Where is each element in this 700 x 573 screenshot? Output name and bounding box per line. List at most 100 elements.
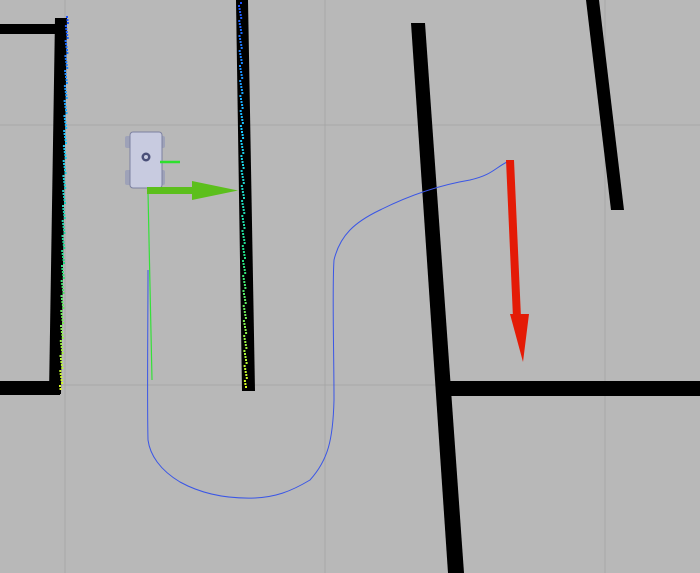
laser-scan-point — [61, 283, 64, 285]
laser-scan-point — [64, 58, 67, 60]
laser-scan-point — [62, 226, 65, 228]
laser-scan-point — [242, 263, 245, 265]
laser-scan-point — [61, 367, 64, 369]
laser-scan-point — [60, 376, 63, 378]
laser-scan-point — [59, 388, 62, 390]
laser-scan-point — [65, 76, 67, 78]
laser-scan-point — [65, 127, 68, 129]
laser-scan-point — [239, 53, 242, 55]
laser-scan-point — [245, 332, 248, 334]
laser-scan-point — [64, 154, 67, 156]
background — [0, 0, 700, 573]
laser-scan-point — [242, 206, 245, 208]
laser-scan-point — [61, 382, 64, 384]
laser-scan-point — [241, 218, 244, 220]
laser-scan-point — [63, 100, 66, 102]
laser-scan-point — [60, 331, 63, 333]
laser-scan-point — [61, 253, 64, 255]
laser-scan-point — [65, 46, 68, 48]
laser-scan-point — [241, 245, 244, 247]
laser-scan-point — [59, 373, 62, 375]
laser-scan-point — [62, 145, 65, 147]
laser-scan-point — [239, 95, 242, 97]
laser-scan-point — [65, 94, 68, 96]
laser-scan-point — [242, 194, 245, 196]
laser-scan-point — [62, 223, 65, 225]
laser-scan-point — [239, 14, 242, 16]
laser-scan-point — [245, 386, 247, 388]
laser-scan-point — [241, 176, 244, 178]
laser-scan-point — [242, 179, 245, 181]
laser-scan-point — [240, 2, 242, 4]
laser-scan-point — [62, 178, 65, 180]
laser-scan-point — [62, 193, 65, 195]
laser-scan-point — [61, 337, 64, 339]
laser-scan-point — [241, 161, 244, 163]
laser-scan-point — [241, 107, 244, 109]
laser-scan-point — [243, 335, 246, 337]
laser-scan-point — [244, 344, 247, 346]
laser-scan-point — [65, 64, 68, 66]
laser-scan-point — [242, 305, 245, 307]
laser-scan-point — [62, 160, 65, 162]
laser-scan-point — [60, 280, 63, 282]
laser-scan-point — [240, 32, 243, 34]
laser-scan-point — [240, 143, 243, 145]
laser-scan-point — [244, 371, 247, 373]
laser-scan-point — [244, 341, 247, 343]
laser-scan-point — [242, 260, 244, 262]
laser-scan-point — [239, 125, 242, 127]
laser-scan-point — [59, 340, 62, 342]
laser-scan-point — [64, 106, 67, 108]
laser-scan-point — [61, 319, 64, 321]
laser-scan-point — [63, 85, 66, 87]
laser-scan-point — [60, 343, 63, 345]
laser-scan-point — [239, 80, 242, 82]
map-wall — [0, 381, 60, 395]
map-scene[interactable] — [0, 0, 700, 573]
laser-scan-point — [64, 55, 67, 57]
laser-scan-point — [64, 91, 67, 93]
laser-scan-point — [242, 164, 244, 166]
laser-scan-point — [64, 73, 67, 75]
laser-scan-point — [241, 104, 244, 106]
laser-scan-point — [243, 239, 246, 241]
laser-scan-point — [240, 140, 243, 142]
laser-scan-point — [63, 148, 66, 150]
laser-scan-point — [62, 175, 65, 177]
laser-scan-point — [238, 35, 241, 37]
laser-scan-point — [65, 112, 68, 114]
laser-scan-point — [65, 142, 67, 144]
laser-scan-point — [239, 56, 242, 58]
laser-scan-point — [241, 149, 244, 151]
laser-scan-point — [60, 295, 63, 297]
laser-scan-point — [243, 296, 246, 298]
laser-scan-point — [62, 292, 65, 294]
laser-scan-point — [245, 377, 248, 379]
laser-scan-point — [243, 212, 246, 214]
laser-scan-point — [60, 364, 63, 366]
rviz-3d-viewport[interactable] — [0, 0, 700, 573]
laser-scan-point — [62, 289, 65, 291]
laser-scan-point — [62, 241, 65, 243]
laser-scan-point — [241, 92, 244, 94]
laser-scan-point — [240, 170, 243, 172]
laser-scan-point — [64, 139, 67, 141]
laser-scan-point — [63, 247, 66, 249]
laser-scan-point — [241, 77, 244, 79]
laser-scan-point — [66, 34, 69, 36]
laser-scan-point — [242, 233, 245, 235]
laser-scan-point — [242, 290, 245, 292]
laser-scan-point — [240, 113, 243, 115]
laser-scan-point — [61, 220, 64, 222]
laser-scan-point — [62, 256, 65, 258]
laser-scan-point — [243, 224, 245, 226]
laser-scan-point — [240, 47, 243, 49]
laser-scan-point — [240, 158, 243, 160]
laser-scan-point — [245, 374, 248, 376]
laser-scan-point — [60, 328, 63, 330]
laser-scan-point — [61, 238, 64, 240]
laser-scan-point — [66, 52, 69, 54]
laser-scan-point — [243, 254, 246, 256]
laser-scan-point — [240, 59, 243, 61]
